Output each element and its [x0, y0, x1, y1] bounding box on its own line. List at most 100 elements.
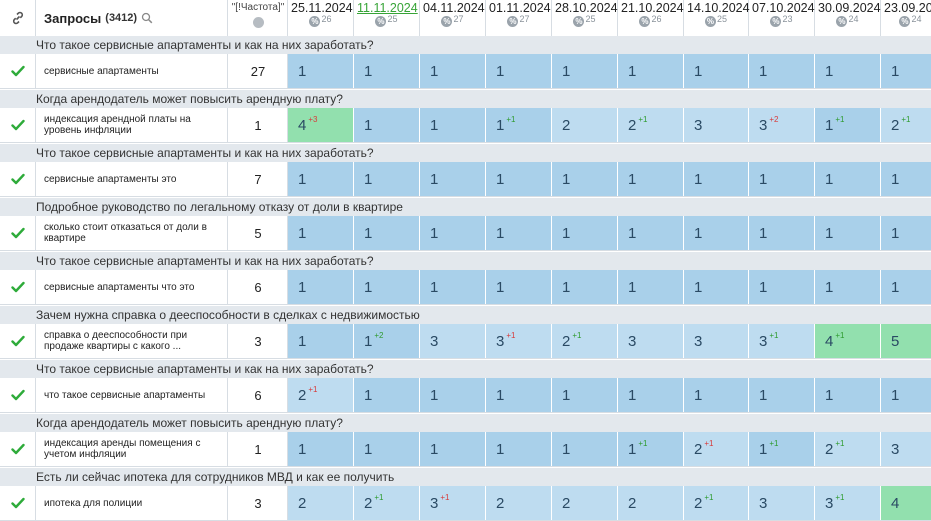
position-cell[interactable]: 2 — [618, 486, 684, 520]
position-cell[interactable]: 1 — [486, 378, 552, 412]
position-cell[interactable]: 3 — [749, 486, 815, 520]
row-checkbox[interactable] — [0, 432, 36, 466]
position-cell[interactable]: 1 — [354, 54, 420, 88]
position-cell[interactable]: 1 — [486, 270, 552, 304]
position-cell[interactable]: 1 +2 — [354, 324, 420, 358]
position-cell[interactable]: 2 +1 — [684, 486, 749, 520]
position-cell[interactable]: 2 — [552, 486, 618, 520]
position-cell[interactable]: 3 — [881, 432, 931, 466]
position-cell[interactable]: 2 +1 — [684, 432, 749, 466]
position-cell[interactable]: 1 — [288, 324, 354, 358]
position-cell[interactable]: 1 — [288, 54, 354, 88]
position-cell[interactable]: 3 +2 — [749, 108, 815, 142]
position-cell[interactable]: 2 — [552, 108, 618, 142]
row-checkbox[interactable] — [0, 216, 36, 250]
position-cell[interactable]: 1 — [749, 54, 815, 88]
position-cell[interactable]: 1 — [815, 378, 881, 412]
position-cell[interactable]: 3 — [618, 324, 684, 358]
row-checkbox[interactable] — [0, 270, 36, 304]
position-cell[interactable]: 2 +1 — [552, 324, 618, 358]
position-cell[interactable]: 1 — [354, 378, 420, 412]
position-cell[interactable]: 1 — [552, 270, 618, 304]
position-cell[interactable]: 3 — [684, 324, 749, 358]
position-cell[interactable]: 1 — [749, 270, 815, 304]
position-cell[interactable]: 1 — [815, 54, 881, 88]
date-column-header[interactable]: 28.10.2024% 25 — [552, 0, 618, 36]
position-cell[interactable]: 1 — [618, 216, 684, 250]
position-cell[interactable]: 3 — [420, 324, 486, 358]
position-cell[interactable]: 1 — [881, 270, 931, 304]
position-cell[interactable]: 3 +1 — [486, 324, 552, 358]
position-cell[interactable]: 1 — [420, 378, 486, 412]
position-cell[interactable]: 1 — [815, 162, 881, 196]
position-cell[interactable]: 1 — [684, 270, 749, 304]
position-cell[interactable]: 2 — [486, 486, 552, 520]
position-cell[interactable]: 1 — [486, 216, 552, 250]
position-cell[interactable]: 2 +1 — [288, 378, 354, 412]
position-cell[interactable]: 1 — [486, 162, 552, 196]
queries-column-header[interactable]: Запросы (3412) — [36, 0, 228, 36]
position-cell[interactable]: 1 +1 — [486, 108, 552, 142]
position-cell[interactable]: 1 — [749, 162, 815, 196]
row-checkbox[interactable] — [0, 486, 36, 520]
position-cell[interactable]: 1 — [288, 432, 354, 466]
row-checkbox[interactable] — [0, 108, 36, 142]
position-cell[interactable]: 1 — [486, 432, 552, 466]
position-cell[interactable]: 1 — [420, 216, 486, 250]
position-cell[interactable]: 3 — [684, 108, 749, 142]
date-column-header[interactable]: 01.11.2024% 27 — [486, 0, 552, 36]
row-checkbox[interactable] — [0, 324, 36, 358]
position-cell[interactable]: 1 — [684, 162, 749, 196]
position-cell[interactable]: 2 +1 — [815, 432, 881, 466]
position-cell[interactable]: 1 — [288, 216, 354, 250]
link-column-header[interactable] — [0, 0, 36, 36]
position-cell[interactable]: 4 — [881, 486, 931, 520]
position-cell[interactable]: 1 — [815, 270, 881, 304]
position-cell[interactable]: 1 — [354, 270, 420, 304]
query-text[interactable]: индексация арендной платы на уровень инф… — [36, 108, 228, 142]
position-cell[interactable]: 2 +1 — [354, 486, 420, 520]
position-cell[interactable]: 1 — [288, 162, 354, 196]
position-cell[interactable]: 1 +1 — [815, 108, 881, 142]
position-cell[interactable]: 3 +1 — [749, 324, 815, 358]
date-label[interactable]: 23.09.20 — [881, 1, 931, 15]
date-column-header[interactable]: 11.11.2024% 25 — [354, 0, 420, 36]
date-column-header[interactable]: 07.10.2024% 23 — [749, 0, 815, 36]
position-cell[interactable]: 5 — [881, 324, 931, 358]
query-text[interactable]: сервисные апартаменты это — [36, 162, 228, 196]
row-checkbox[interactable] — [0, 54, 36, 88]
position-cell[interactable]: 2 — [288, 486, 354, 520]
position-cell[interactable]: 1 — [881, 216, 931, 250]
date-column-header[interactable]: 23.09.20% 24 — [881, 0, 931, 36]
position-cell[interactable]: 1 +1 — [749, 432, 815, 466]
position-cell[interactable]: 1 — [354, 216, 420, 250]
position-cell[interactable]: 1 — [552, 432, 618, 466]
position-cell[interactable]: 1 — [881, 378, 931, 412]
position-cell[interactable]: 1 — [684, 216, 749, 250]
position-cell[interactable]: 1 — [881, 54, 931, 88]
position-cell[interactable]: 1 — [552, 378, 618, 412]
position-cell[interactable]: 1 +1 — [618, 432, 684, 466]
query-text[interactable]: индексация аренды помещения с учетом инф… — [36, 432, 228, 466]
query-text[interactable]: ипотека для полиции — [36, 486, 228, 520]
date-column-header[interactable]: 30.09.2024% 24 — [815, 0, 881, 36]
position-cell[interactable]: 1 — [749, 378, 815, 412]
position-cell[interactable]: 1 — [420, 108, 486, 142]
position-cell[interactable]: 1 — [552, 162, 618, 196]
position-cell[interactable]: 1 — [354, 432, 420, 466]
position-cell[interactable]: 1 — [486, 54, 552, 88]
query-text[interactable]: сколько стоит отказаться от доли в кварт… — [36, 216, 228, 250]
position-cell[interactable]: 1 — [881, 162, 931, 196]
position-cell[interactable]: 1 — [420, 270, 486, 304]
position-cell[interactable]: 4 +1 — [815, 324, 881, 358]
search-icon[interactable] — [141, 12, 153, 24]
query-text[interactable]: что такое сервисные апартаменты — [36, 378, 228, 412]
row-checkbox[interactable] — [0, 378, 36, 412]
date-column-header[interactable]: 04.11.2024% 27 — [420, 0, 486, 36]
query-text[interactable]: справка о дееспособности при продаже ква… — [36, 324, 228, 358]
position-cell[interactable]: 1 — [618, 54, 684, 88]
date-column-header[interactable]: 21.10.2024% 26 — [618, 0, 684, 36]
position-cell[interactable]: 3 +1 — [815, 486, 881, 520]
position-cell[interactable]: 1 — [749, 216, 815, 250]
position-cell[interactable]: 1 — [420, 54, 486, 88]
